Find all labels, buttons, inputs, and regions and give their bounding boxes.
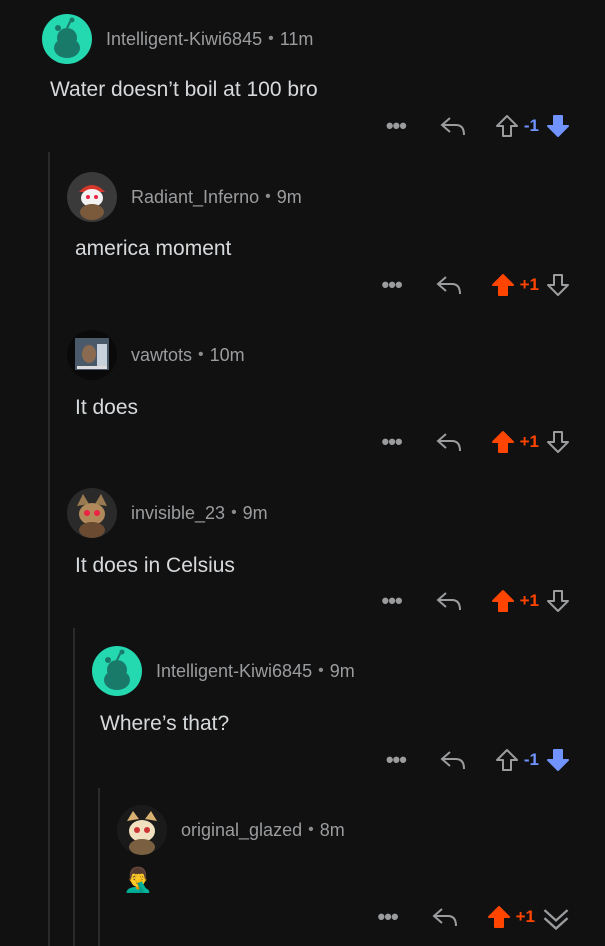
comment-text: It does in Celsius (75, 554, 235, 577)
more-options-icon[interactable]: ••• (376, 747, 416, 773)
reply-icon[interactable] (438, 113, 468, 139)
timestamp: 9m (276, 186, 302, 207)
reply-icon[interactable] (434, 588, 464, 614)
upvote-icon[interactable] (494, 747, 520, 773)
comment-emoji: 🤦‍♂️ (123, 867, 153, 894)
comment-text: america moment (75, 237, 232, 260)
vote-score: +1 (519, 591, 539, 610)
separator-dot: • (198, 346, 204, 363)
timestamp: 10m (209, 344, 245, 365)
separator-dot: • (318, 662, 324, 679)
user-avatar[interactable] (67, 172, 117, 222)
timestamp: 9m (329, 660, 355, 681)
comment-text: Water doesn’t boil at 100 bro (50, 78, 318, 101)
downvote-icon[interactable] (545, 272, 571, 298)
timestamp: 9m (242, 502, 268, 523)
upvote-icon[interactable] (490, 429, 516, 455)
more-options-icon[interactable]: ••• (372, 272, 412, 298)
thread-line (73, 628, 75, 946)
thread-line (48, 152, 50, 946)
user-avatar[interactable] (117, 805, 167, 855)
username[interactable]: original_glazed (181, 820, 302, 841)
vote-score: +1 (515, 907, 535, 926)
comment-text: Where’s that? (100, 712, 230, 735)
upvote-icon[interactable] (490, 272, 516, 298)
user-avatar[interactable] (67, 488, 117, 538)
separator-dot: • (268, 30, 274, 47)
more-options-icon[interactable]: ••• (368, 904, 408, 930)
more-options-icon[interactable]: ••• (372, 588, 412, 614)
timestamp: 11m (279, 28, 314, 49)
downvote-icon[interactable] (545, 113, 571, 139)
username[interactable]: invisible_23 (131, 503, 225, 524)
upvote-icon[interactable] (494, 113, 520, 139)
upvote-icon[interactable] (486, 904, 512, 930)
username[interactable]: Intelligent-Kiwi6845 (106, 29, 262, 50)
downvote-icon[interactable] (545, 429, 571, 455)
vote-score: -1 (523, 116, 539, 135)
vote-score: +1 (519, 432, 539, 451)
separator-dot: • (308, 821, 314, 838)
reply-icon[interactable] (438, 747, 468, 773)
reply-icon[interactable] (434, 272, 464, 298)
reply-icon[interactable] (430, 904, 460, 930)
user-avatar[interactable] (42, 14, 92, 64)
comment-text: It does (75, 396, 139, 419)
upvote-icon[interactable] (490, 588, 516, 614)
user-avatar[interactable] (67, 330, 117, 380)
separator-dot: • (231, 504, 237, 521)
user-avatar[interactable] (92, 646, 142, 696)
collapse-chevron-icon[interactable] (541, 902, 571, 932)
thread-line (98, 788, 100, 946)
timestamp: 8m (319, 819, 345, 840)
more-options-icon[interactable]: ••• (372, 429, 412, 455)
username[interactable]: Radiant_Inferno (131, 187, 259, 208)
username[interactable]: vawtots (131, 345, 192, 366)
vote-score: +1 (519, 275, 539, 294)
reply-icon[interactable] (434, 429, 464, 455)
downvote-icon[interactable] (545, 588, 571, 614)
vote-score: -1 (523, 750, 539, 769)
downvote-icon[interactable] (545, 747, 571, 773)
username[interactable]: Intelligent-Kiwi6845 (156, 661, 312, 682)
separator-dot: • (265, 188, 271, 205)
more-options-icon[interactable]: ••• (376, 113, 416, 139)
